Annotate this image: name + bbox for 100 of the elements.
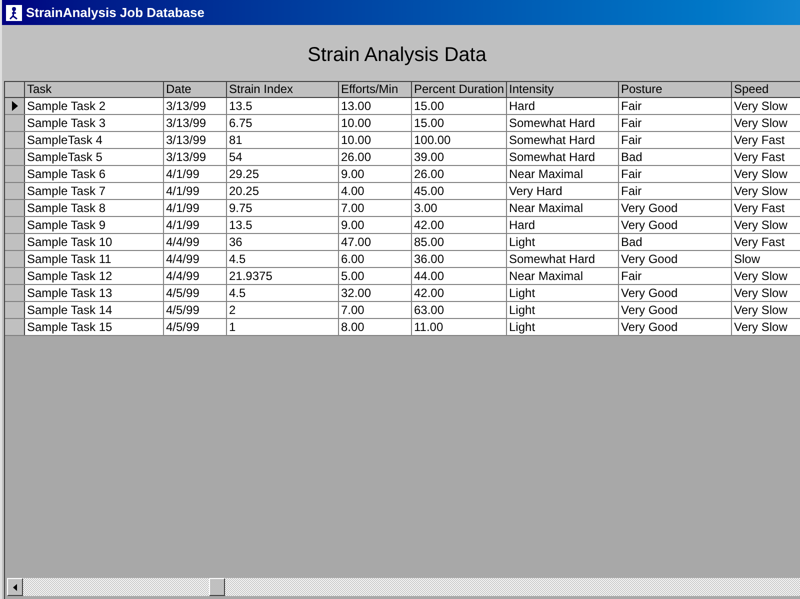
table-cell: 10.00: [339, 115, 412, 131]
table-cell: Fair: [619, 115, 732, 131]
column-header[interactable]: Efforts/Min: [339, 82, 412, 97]
table-cell: Very Hard: [507, 183, 619, 199]
row-selector[interactable]: [5, 251, 25, 267]
row-selector[interactable]: [5, 98, 25, 114]
table-cell: 4/4/99: [164, 268, 227, 284]
table-cell: Near Maximal: [507, 166, 619, 182]
column-header[interactable]: Intensity: [507, 82, 619, 97]
table-cell: Very Slow: [732, 183, 800, 199]
row-selector[interactable]: [5, 302, 25, 318]
table-cell: Near Maximal: [507, 200, 619, 216]
table-cell: 4.00: [339, 183, 412, 199]
table-cell: Fair: [619, 166, 732, 182]
row-selector[interactable]: [5, 115, 25, 131]
table-cell: 13.5: [227, 217, 339, 233]
table-cell: Sample Task 8: [25, 200, 164, 216]
table-cell: Fair: [619, 268, 732, 284]
row-selector[interactable]: [5, 200, 25, 216]
table-cell: 26.00: [412, 166, 507, 182]
table-cell: Sample Task 15: [25, 319, 164, 335]
table-cell: Sample Task 6: [25, 166, 164, 182]
table-cell: Slow: [732, 251, 800, 267]
row-selector[interactable]: [5, 217, 25, 233]
column-header[interactable]: Strain Index: [227, 82, 339, 97]
table-cell: Bad: [619, 234, 732, 250]
table-cell: 10.00: [339, 132, 412, 148]
table-cell: Light: [507, 285, 619, 301]
table-cell: 36.00: [412, 251, 507, 267]
table-cell: 3/13/99: [164, 149, 227, 165]
scroll-thumb[interactable]: [209, 578, 225, 596]
table-cell: Very Fast: [732, 234, 800, 250]
row-selector[interactable]: [5, 149, 25, 165]
row-selector[interactable]: [5, 183, 25, 199]
row-selector[interactable]: [5, 166, 25, 182]
table-cell: 4/5/99: [164, 319, 227, 335]
table-cell: 4/1/99: [164, 217, 227, 233]
row-selector[interactable]: [5, 132, 25, 148]
row-selector[interactable]: [5, 319, 25, 335]
table-cell: Very Slow: [732, 319, 800, 335]
table-cell: Very Good: [619, 200, 732, 216]
table-cell: 11.00: [412, 319, 507, 335]
table-cell: Sample Task 3: [25, 115, 164, 131]
table-cell: SampleTask 4: [25, 132, 164, 148]
report-heading: Strain Analysis Data: [308, 43, 486, 68]
table-cell: Very Slow: [732, 217, 800, 233]
table-cell: 4/5/99: [164, 285, 227, 301]
table-cell: 47.00: [339, 234, 412, 250]
table-cell: 15.00: [412, 98, 507, 114]
table-cell: 42.00: [412, 285, 507, 301]
table-cell: 9.00: [339, 166, 412, 182]
app-icon: [6, 4, 22, 20]
column-header[interactable]: Speed: [732, 82, 800, 97]
table-cell: Sample Task 2: [25, 98, 164, 114]
table-cell: 3/13/99: [164, 98, 227, 114]
table-cell: Sample Task 14: [25, 302, 164, 318]
table-cell: 5.00: [339, 268, 412, 284]
table-cell: Very Slow: [732, 115, 800, 131]
table-cell: 7.00: [339, 200, 412, 216]
column-header[interactable]: Percent Duration: [412, 82, 507, 97]
table-cell: Sample Task 9: [25, 217, 164, 233]
horizontal-scrollbar[interactable]: [7, 578, 800, 596]
column-header[interactable]: Task: [25, 82, 164, 97]
table-cell: 4.5: [227, 251, 339, 267]
table-cell: 39.00: [412, 149, 507, 165]
row-selector[interactable]: [5, 268, 25, 284]
table-cell: Somewhat Hard: [507, 251, 619, 267]
table-cell: 4/4/99: [164, 234, 227, 250]
table-cell: Hard: [507, 98, 619, 114]
table-cell: Fair: [619, 183, 732, 199]
table-cell: 20.25: [227, 183, 339, 199]
table-cell: 15.00: [412, 115, 507, 131]
table-cell: 4/1/99: [164, 200, 227, 216]
table-cell: Very Slow: [732, 285, 800, 301]
table-cell: Light: [507, 234, 619, 250]
table-cell: 13.00: [339, 98, 412, 114]
table-cell: 63.00: [412, 302, 507, 318]
row-selector[interactable]: [5, 234, 25, 250]
column-header[interactable]: Date: [164, 82, 227, 97]
scroll-left-button[interactable]: [7, 578, 23, 596]
table-cell: 4.5: [227, 285, 339, 301]
column-header[interactable]: Posture: [619, 82, 732, 97]
current-row-icon: [12, 101, 18, 111]
table-cell: Light: [507, 319, 619, 335]
table-cell: 4/1/99: [164, 183, 227, 199]
table-cell: Sample Task 10: [25, 234, 164, 250]
table-cell: Sample Task 11: [25, 251, 164, 267]
table-cell: Very Slow: [732, 268, 800, 284]
table-cell: 4/4/99: [164, 251, 227, 267]
table-cell: Very Slow: [732, 98, 800, 114]
table-cell: 3/13/99: [164, 115, 227, 131]
table-cell: 36: [227, 234, 339, 250]
table-cell: Fair: [619, 132, 732, 148]
left-arrow-icon: [13, 584, 17, 590]
table-cell: Bad: [619, 149, 732, 165]
table-cell: 45.00: [412, 183, 507, 199]
table-cell: Hard: [507, 217, 619, 233]
table-cell: 29.25: [227, 166, 339, 182]
table-cell: 54: [227, 149, 339, 165]
row-selector[interactable]: [5, 285, 25, 301]
